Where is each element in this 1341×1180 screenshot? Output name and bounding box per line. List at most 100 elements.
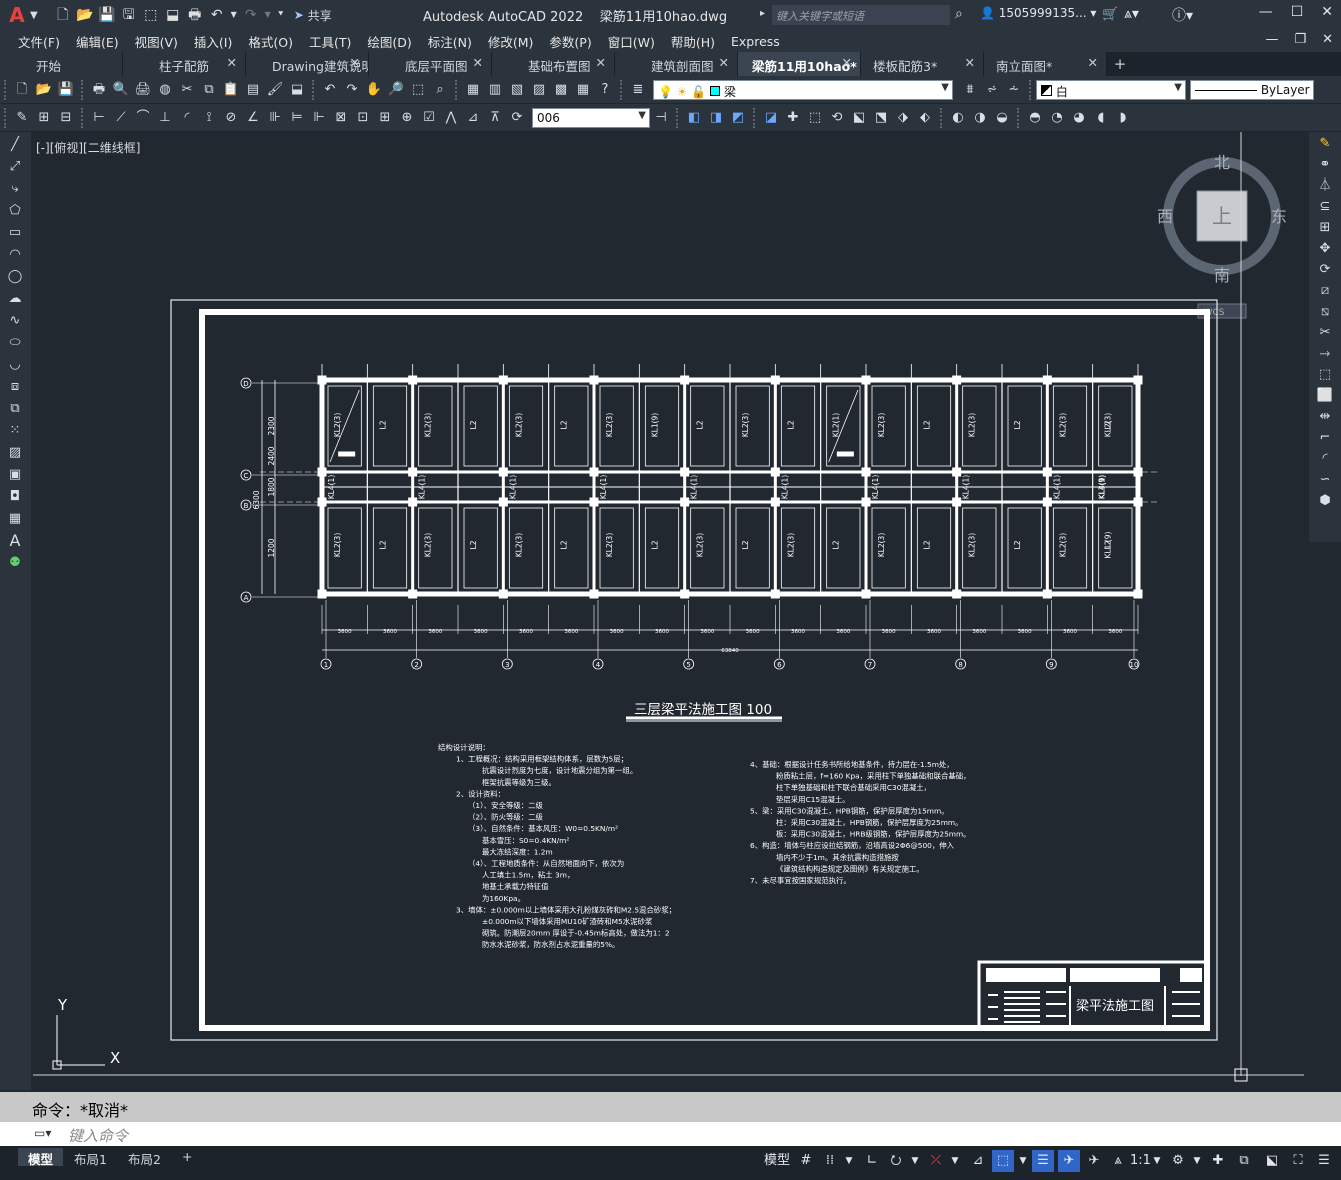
make-block-icon[interactable]: ⧉ [5, 400, 25, 418]
menu-modify[interactable]: 修改(M) [480, 32, 542, 51]
layout-tab-layout2[interactable]: 布局2 [118, 1148, 171, 1167]
open-file-icon[interactable]: 📂 [76, 6, 94, 24]
explode-icon[interactable]: ⬢ [1315, 492, 1335, 510]
layer-freeze-icon[interactable]: ☀ [677, 85, 688, 99]
make-current-icon[interactable]: ⩩ [961, 81, 979, 99]
break-at-point-icon[interactable]: ⬚ [1315, 366, 1335, 384]
erase-icon[interactable]: ✎ [1315, 135, 1335, 153]
customization-menu-icon[interactable]: ☰ [1314, 1150, 1334, 1172]
user-account[interactable]: 👤 1505999135... ▾ [980, 6, 1096, 20]
extend-icon[interactable]: ⬖ [916, 109, 934, 127]
menu-express[interactable]: Express [723, 34, 788, 49]
chevron-down-icon[interactable]: ▼ [638, 110, 646, 121]
redo-icon[interactable]: ↷ [343, 81, 361, 99]
plot-icon[interactable]: 🖶 [90, 81, 108, 99]
menu-insert[interactable]: 插入(I) [186, 32, 240, 51]
isolate-objects-icon[interactable]: ⧉ [1234, 1150, 1254, 1172]
table-style-icon[interactable]: ⊟ [57, 109, 75, 127]
ellipse-arc-icon[interactable]: ◡ [5, 356, 25, 374]
tab-building-section[interactable]: 建筑剖面图 ✕ [615, 52, 738, 76]
chevron-down-icon[interactable]: ▼ [1174, 82, 1182, 93]
search-icon[interactable]: ⌕ [955, 6, 963, 22]
pan-icon[interactable]: ✋ [365, 81, 383, 99]
object-snap-icon[interactable]: ⬚ [992, 1150, 1014, 1172]
menu-format[interactable]: 格式(O) [240, 32, 301, 51]
spline-icon[interactable]: ∿ [5, 312, 25, 330]
doc-minimize-icon[interactable]: — [1265, 32, 1278, 47]
close-icon[interactable]: ✕ [1321, 4, 1333, 20]
copy-icon[interactable]: ⧉ [200, 81, 218, 99]
angular-dim-icon[interactable]: ∠ [244, 109, 262, 127]
layer-state-icon[interactable]: ⩪ [1005, 81, 1023, 99]
chamfer-icon[interactable]: ⌐ [1315, 429, 1335, 447]
layout-tab-model[interactable]: 模型 [18, 1148, 64, 1167]
save-icon[interactable]: 💾 [98, 6, 116, 24]
quick-properties-icon[interactable]: ⬕ [1262, 1150, 1282, 1172]
edit-spline-icon[interactable]: ◗ [1114, 109, 1132, 127]
match-properties-icon[interactable]: 🖌 [266, 81, 284, 99]
array-icon[interactable]: ⊞ [1315, 219, 1335, 237]
publish-icon[interactable]: 🖨 [134, 81, 152, 99]
open-web-icon[interactable]: ⬚ [142, 6, 160, 24]
beam-plan[interactable]: KL2(3) L2 KL2(3) L2 KL2(3) L2 KL2(3) KL1(9) L2 KL… [240, 364, 1160, 670]
new-file-icon[interactable]: 🗋 [54, 6, 72, 24]
erase-icon[interactable]: ◧ [685, 109, 703, 127]
block-editor-icon[interactable]: ⬓ [288, 81, 306, 99]
rectangle-icon[interactable]: ▭ [5, 224, 25, 242]
linear-dim-icon[interactable]: ⊢ [90, 109, 108, 127]
tab-start[interactable]: 开始 [0, 52, 123, 76]
snap-icon[interactable]: ⁞⁞ [820, 1150, 840, 1172]
zoom-previous-icon[interactable]: ⌕ [431, 81, 449, 99]
design-center-icon[interactable]: ▥ [486, 81, 504, 99]
recent-commands-icon[interactable]: ▭▾ [34, 1126, 51, 1140]
offset-icon[interactable]: ◪ [762, 109, 780, 127]
menu-edit[interactable]: 编辑(E) [68, 32, 127, 51]
tab-slab-rebar[interactable]: 楼板配筋3* ✕ [861, 52, 984, 76]
move-icon[interactable]: ⬚ [806, 109, 824, 127]
dim-break-icon[interactable]: ⊡ [354, 109, 372, 127]
insert-block-icon[interactable]: ⧈ [5, 378, 25, 396]
undo-caret-icon[interactable]: ▼ [230, 6, 238, 24]
polar-icon[interactable]: ⭮ [886, 1150, 906, 1172]
linetype-dropdown[interactable]: ByLayer [1190, 79, 1314, 100]
mirror-icon[interactable]: ◩ [729, 109, 747, 127]
search-input[interactable]: 键入关键字或短语 [772, 5, 950, 25]
add-layout-icon[interactable]: + [172, 1148, 202, 1166]
chamfer-icon[interactable]: ◒ [993, 109, 1011, 127]
aligned-dim-icon[interactable]: ⟋ [112, 109, 130, 127]
menu-draw[interactable]: 绘图(D) [359, 32, 419, 51]
properties-icon[interactable]: ▦ [464, 81, 482, 99]
chevron-down-icon[interactable]: ▼ [941, 82, 949, 93]
chevron-down-icon[interactable]: ▼ [948, 1150, 962, 1172]
undo-icon[interactable]: ↶ [321, 81, 339, 99]
layer-lock-icon[interactable]: 🔓 [691, 85, 706, 99]
sheet-set-icon[interactable]: ▨ [530, 81, 548, 99]
chevron-down-icon[interactable]: ▼ [1150, 1150, 1164, 1172]
open-icon[interactable]: 📂 [35, 81, 53, 99]
chevron-down-icon[interactable]: ▼ [908, 1150, 922, 1172]
search-expand-icon[interactable]: ▸ [760, 8, 765, 19]
stretch-icon[interactable]: ⧅ [1315, 303, 1335, 321]
gradient-icon[interactable]: ▣ [5, 466, 25, 484]
array-icon[interactable]: ✚ [784, 109, 802, 127]
plot-preview-icon[interactable]: 🔍 [112, 81, 130, 99]
autocad-logo-icon[interactable]: A [4, 2, 30, 28]
circle-icon[interactable]: ◯ [5, 268, 25, 286]
tab-ground-plan[interactable]: 底层平面图 ✕ [369, 52, 492, 76]
blend-icon[interactable]: ◔ [1048, 109, 1066, 127]
viewcube[interactable]: 上 北 南 东 西 WCS [1157, 153, 1287, 319]
tab-south-elevation[interactable]: 南立面图* ✕ [984, 52, 1107, 76]
zoom-realtime-icon[interactable]: 🔎 [387, 81, 405, 99]
paste-block-icon[interactable]: ▤ [244, 81, 262, 99]
hatch-icon[interactable]: ▨ [5, 444, 25, 462]
command-input[interactable]: ▭▾ 键入命令 [0, 1122, 1341, 1146]
scale-value[interactable]: 1:1 [1130, 1150, 1151, 1172]
doc-restore-icon[interactable]: ❐ [1294, 32, 1306, 47]
layout-tab-layout1[interactable]: 布局1 [64, 1148, 117, 1167]
copy-object-icon[interactable]: ◨ [707, 109, 725, 127]
fillet-icon[interactable]: ◓ [1026, 109, 1044, 127]
break-icon[interactable]: ◐ [949, 109, 967, 127]
revision-cloud-icon[interactable]: ☁ [5, 290, 25, 308]
annotation-visibility-icon[interactable]: ✈ [1058, 1150, 1080, 1172]
menu-parametric[interactable]: 参数(P) [541, 32, 599, 51]
